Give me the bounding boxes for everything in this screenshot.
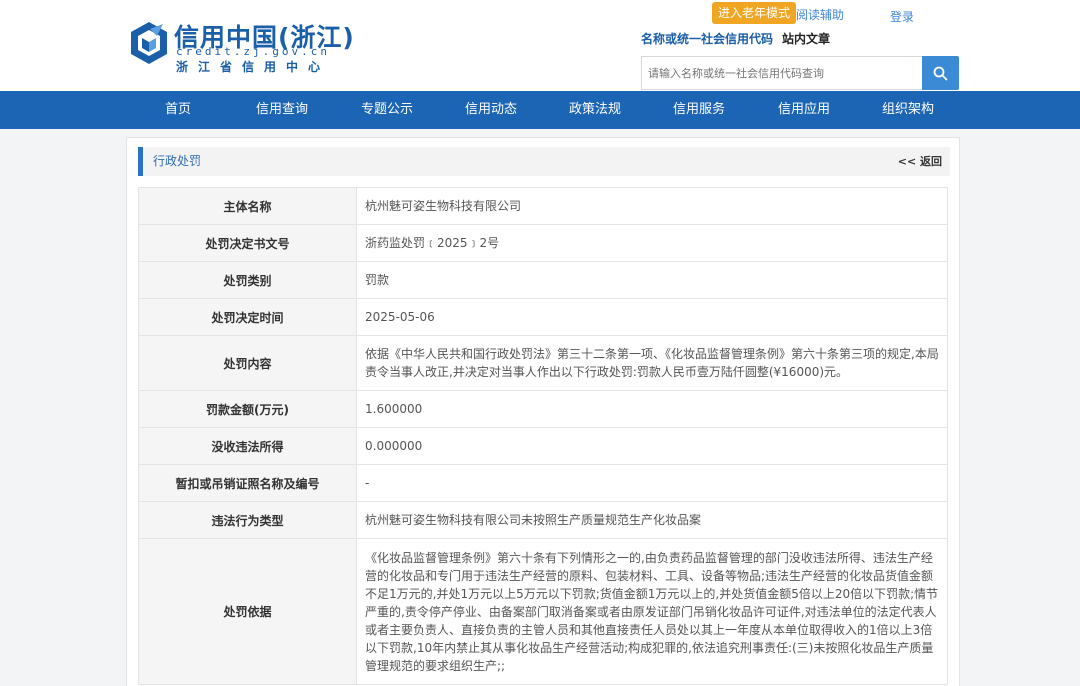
panel-title: 行政处罚 xyxy=(153,154,202,168)
row-label: 处罚依据 xyxy=(138,538,357,685)
nav-item-credit-applications[interactable]: 信用应用 xyxy=(754,91,854,129)
search-icon xyxy=(933,66,948,81)
row-value: 浙药监处罚﹝2025﹞2号 xyxy=(356,224,948,262)
row-value: 罚款 xyxy=(356,261,948,299)
reading-aid-link[interactable]: 阅读辅助 xyxy=(796,6,844,23)
row-value: - xyxy=(356,464,948,502)
nav-item-credit-services[interactable]: 信用服务 xyxy=(649,91,749,129)
nav-item-home[interactable]: 首页 xyxy=(128,91,228,129)
row-label: 处罚内容 xyxy=(138,335,357,391)
elder-mode-button[interactable]: 进入老年模式 xyxy=(712,2,797,24)
row-label: 主体名称 xyxy=(138,187,357,225)
site-logo[interactable]: 信用中国(浙江) credit.zj.gov.cn 浙江省信用中心 xyxy=(130,18,370,74)
panel-header: 行政处罚 << 返回 xyxy=(138,147,950,176)
row-label: 处罚决定书文号 xyxy=(138,224,357,262)
row-value: 《化妆品监督管理条例》第六十条有下列情形之一的,由负责药品监督管理的部门没收违法… xyxy=(356,538,948,685)
back-link[interactable]: << 返回 xyxy=(898,147,942,176)
search-tab-credit-code[interactable]: 名称或统一社会信用代码 xyxy=(641,30,773,47)
table-row: 处罚决定时间 2025-05-06 xyxy=(138,298,948,336)
row-label: 罚款金额(万元) xyxy=(138,390,357,428)
table-row: 罚款金额(万元) 1.600000 xyxy=(138,390,948,428)
nav-item-credit-news[interactable]: 信用动态 xyxy=(441,91,541,129)
row-label: 暂扣或吊销证照名称及编号 xyxy=(138,464,357,502)
nav-item-credit-query[interactable]: 信用查询 xyxy=(232,91,332,129)
table-row: 处罚依据 《化妆品监督管理条例》第六十条有下列情形之一的,由负责药品监督管理的部… xyxy=(138,538,948,685)
row-value: 2025-05-06 xyxy=(356,298,948,336)
row-label: 违法行为类型 xyxy=(138,501,357,539)
login-link[interactable]: 登录 xyxy=(890,8,914,25)
nav-item-topics[interactable]: 专题公示 xyxy=(337,91,437,129)
row-label: 处罚类别 xyxy=(138,261,357,299)
table-row: 主体名称 杭州魅可姿生物科技有限公司 xyxy=(138,187,948,225)
row-value: 1.600000 xyxy=(356,390,948,428)
site-domain: credit.zj.gov.cn xyxy=(176,45,330,58)
penalty-detail-panel: 行政处罚 << 返回 主体名称 杭州魅可姿生物科技有限公司 处罚决定书文号 浙药… xyxy=(126,137,960,686)
row-value: 杭州魅可姿生物科技有限公司 xyxy=(356,187,948,225)
search-input[interactable] xyxy=(641,56,922,90)
row-value: 杭州魅可姿生物科技有限公司未按照生产质量规范生产化妆品案 xyxy=(356,501,948,539)
table-row: 违法行为类型 杭州魅可姿生物科技有限公司未按照生产质量规范生产化妆品案 xyxy=(138,501,948,539)
logo-emblem-icon xyxy=(131,22,167,64)
row-value: 0.000000 xyxy=(356,427,948,465)
search-button[interactable] xyxy=(922,56,959,90)
site-subtitle: 浙江省信用中心 xyxy=(176,60,331,74)
row-label: 处罚决定时间 xyxy=(138,298,357,336)
site-header: 信用中国(浙江) credit.zj.gov.cn 浙江省信用中心 进入老年模式… xyxy=(0,0,1080,91)
search-tab-articles[interactable]: 站内文章 xyxy=(782,30,830,47)
nav-item-organization[interactable]: 组织架构 xyxy=(858,91,958,129)
row-value: 依据《中华人民共和国行政处罚法》第三十二条第一项、《化妆品监督管理条例》第六十条… xyxy=(356,335,948,391)
main-nav: 首页 信用查询 专题公示 信用动态 政策法规 信用服务 信用应用 组织架构 xyxy=(0,91,1080,129)
table-row: 处罚类别 罚款 xyxy=(138,261,948,299)
row-label: 没收违法所得 xyxy=(138,427,357,465)
table-row: 没收违法所得 0.000000 xyxy=(138,427,948,465)
table-row: 处罚决定书文号 浙药监处罚﹝2025﹞2号 xyxy=(138,224,948,262)
penalty-detail-table: 主体名称 杭州魅可姿生物科技有限公司 处罚决定书文号 浙药监处罚﹝2025﹞2号… xyxy=(138,187,948,685)
table-row: 暂扣或吊销证照名称及编号 - xyxy=(138,464,948,502)
nav-item-policies[interactable]: 政策法规 xyxy=(545,91,645,129)
table-row: 处罚内容 依据《中华人民共和国行政处罚法》第三十二条第一项、《化妆品监督管理条例… xyxy=(138,335,948,391)
